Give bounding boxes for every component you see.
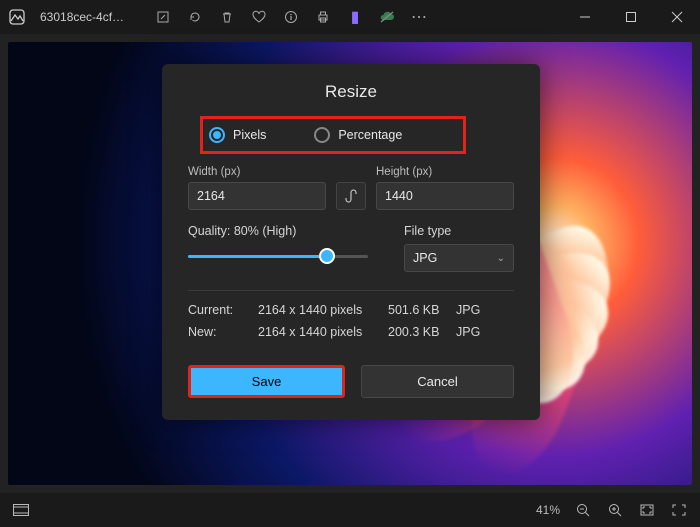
filmstrip-icon[interactable] [12, 501, 30, 519]
zoom-level: 41% [536, 503, 560, 517]
radio-percentage[interactable]: Percentage [314, 127, 402, 143]
filetype-select[interactable]: JPG ⌄ [404, 244, 514, 272]
new-size: 200.3 KB [388, 325, 456, 339]
filetype-label: File type [404, 224, 514, 238]
radio-pixels[interactable]: Pixels [209, 127, 266, 143]
resize-dialog: Resize Pixels Percentage Width (px) Heig… [162, 64, 540, 420]
rotate-icon[interactable] [186, 8, 204, 26]
radio-percentage-label: Percentage [338, 128, 402, 142]
new-label: New: [188, 325, 258, 339]
favorite-icon[interactable] [250, 8, 268, 26]
width-label: Width (px) [188, 166, 326, 178]
dialog-title: Resize [188, 82, 514, 102]
current-dimensions: 2164 x 1440 pixels [258, 303, 388, 317]
height-label: Height (px) [376, 166, 514, 178]
info-icon[interactable] [282, 8, 300, 26]
minimize-button[interactable] [562, 0, 608, 34]
delete-icon[interactable] [218, 8, 236, 26]
more-icon[interactable]: ⋯ [410, 8, 428, 26]
quality-slider[interactable] [188, 248, 368, 264]
current-format: JPG [456, 303, 491, 317]
current-label: Current: [188, 303, 258, 317]
close-button[interactable] [654, 0, 700, 34]
size-info-table: Current: 2164 x 1440 pixels 501.6 KB JPG… [188, 303, 514, 339]
current-size: 501.6 KB [388, 303, 456, 317]
print-icon[interactable] [314, 8, 332, 26]
divider [188, 290, 514, 291]
photos-app-icon [0, 0, 34, 34]
status-bar: 41% [0, 493, 700, 527]
zoom-out-icon[interactable] [574, 501, 592, 519]
file-name: 63018cec-4cf2-... [40, 10, 130, 24]
title-bar: 63018cec-4cf2-... ▮ ⋯ [0, 0, 700, 34]
new-dimensions: 2164 x 1440 pixels [258, 325, 388, 339]
radio-pixels-label: Pixels [233, 128, 266, 142]
height-input[interactable] [376, 182, 514, 210]
filetype-value: JPG [413, 251, 437, 265]
cancel-button[interactable]: Cancel [361, 365, 514, 398]
fit-screen-icon[interactable] [638, 501, 656, 519]
zoom-in-icon[interactable] [606, 501, 624, 519]
cloud-off-icon[interactable] [378, 8, 396, 26]
fullscreen-icon[interactable] [670, 501, 688, 519]
new-format: JPG [456, 325, 491, 339]
radio-pixels-indicator [209, 127, 225, 143]
chevron-down-icon: ⌄ [497, 253, 505, 264]
edit-icon[interactable] [154, 8, 172, 26]
link-aspect-button[interactable] [336, 182, 366, 210]
maximize-button[interactable] [608, 0, 654, 34]
unit-radio-group: Pixels Percentage [200, 116, 466, 154]
app-tile-icon[interactable]: ▮ [346, 8, 364, 26]
save-button[interactable]: Save [188, 365, 345, 398]
quality-label: Quality: 80% (High) [188, 224, 386, 238]
width-input[interactable] [188, 182, 326, 210]
radio-percentage-indicator [314, 127, 330, 143]
